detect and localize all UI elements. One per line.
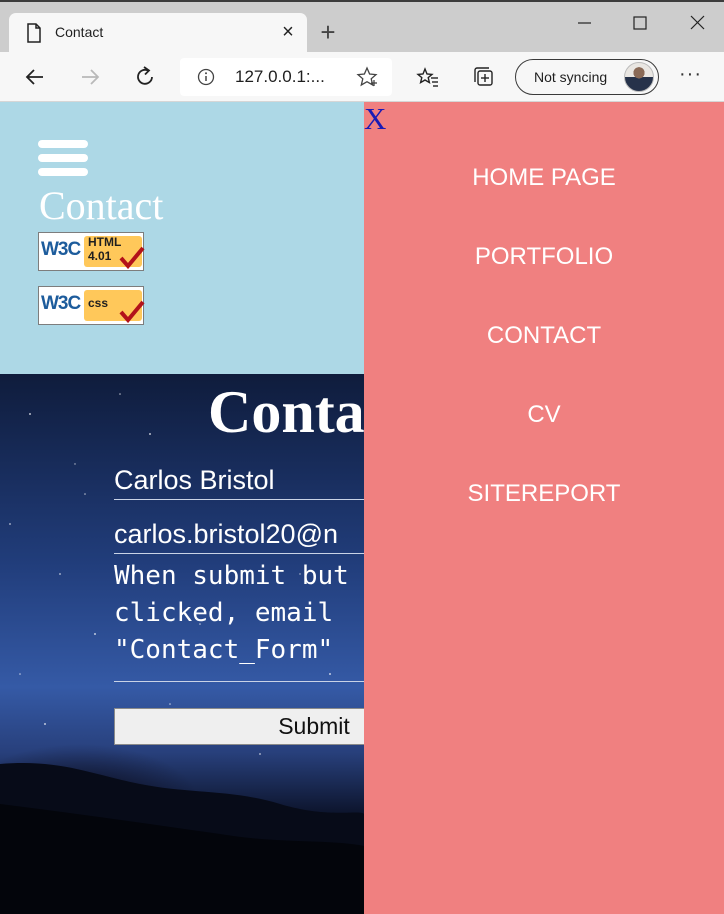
w3c-logo-text: W3C bbox=[41, 293, 81, 314]
address-text: 127.0.0.1:... bbox=[235, 67, 325, 86]
checkmark-icon bbox=[119, 300, 145, 323]
avatar bbox=[624, 62, 654, 92]
address-bar[interactable]: 127.0.0.1:... bbox=[180, 58, 392, 96]
badge-label: HTML bbox=[88, 235, 122, 249]
favorites-icon[interactable] bbox=[416, 65, 440, 89]
nav-item-contact[interactable]: CONTACT bbox=[364, 322, 724, 350]
tab-strip: Contact × + bbox=[0, 2, 724, 54]
hamburger-menu-icon[interactable] bbox=[38, 140, 88, 176]
checkmark-icon bbox=[119, 246, 145, 269]
window-close-icon[interactable] bbox=[683, 12, 713, 34]
badge-label: css bbox=[88, 296, 109, 310]
nav-item-sitereport[interactable]: SITEREPORT bbox=[364, 480, 724, 508]
side-navigation: X HOME PAGE PORTFOLIO CONTACT CV SITEREP… bbox=[364, 102, 724, 914]
close-nav-button[interactable]: X bbox=[364, 102, 386, 136]
profile-sync-button[interactable]: Not syncing bbox=[515, 59, 659, 95]
tab-close-icon[interactable]: × bbox=[279, 22, 297, 42]
minimize-icon[interactable] bbox=[570, 12, 600, 34]
more-menu-icon[interactable]: ··· bbox=[679, 64, 703, 88]
tab-title: Contact bbox=[55, 24, 104, 40]
info-icon[interactable] bbox=[197, 68, 215, 86]
w3c-logo-text: W3C bbox=[41, 239, 81, 260]
forward-arrow-icon[interactable] bbox=[78, 65, 102, 89]
new-tab-icon[interactable]: + bbox=[316, 19, 340, 47]
browser-toolbar: 127.0.0.1:... Not syncing ··· bbox=[0, 52, 724, 102]
browser-tab[interactable]: Contact × bbox=[9, 13, 307, 54]
page-icon bbox=[27, 23, 41, 43]
nav-item-portfolio[interactable]: PORTFOLIO bbox=[364, 243, 724, 271]
nav-item-cv[interactable]: CV bbox=[364, 401, 724, 429]
w3c-css-badge[interactable]: W3C css bbox=[38, 286, 145, 325]
sync-status-text: Not syncing bbox=[534, 69, 608, 85]
maximize-icon[interactable] bbox=[625, 12, 655, 34]
w3c-html-badge[interactable]: W3C HTML 4.01 bbox=[38, 232, 145, 271]
web-page: Contact W3C HTML 4.01 W3C css Contact Ca… bbox=[0, 102, 724, 914]
back-arrow-icon[interactable] bbox=[23, 65, 47, 89]
favorite-star-icon[interactable] bbox=[356, 66, 378, 88]
collections-icon[interactable] bbox=[472, 65, 496, 89]
page-title: Contact bbox=[39, 183, 164, 228]
nav-item-home[interactable]: HOME PAGE bbox=[364, 164, 724, 192]
refresh-icon[interactable] bbox=[133, 65, 157, 89]
badge-version: 4.01 bbox=[88, 249, 112, 263]
